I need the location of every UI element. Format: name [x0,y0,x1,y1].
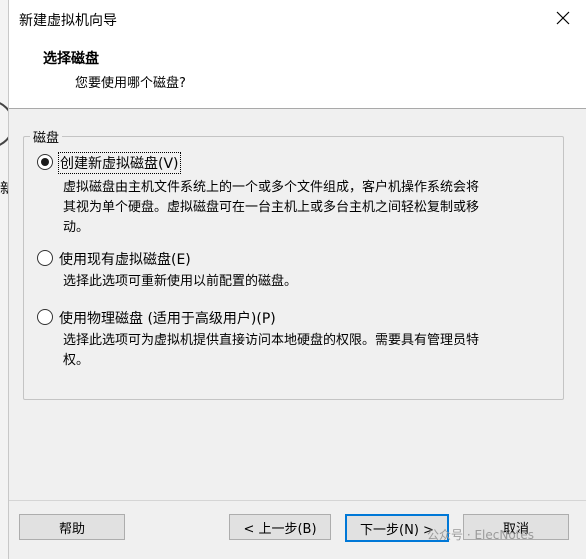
page-title: 选择磁盘 [43,51,99,67]
window-title: 新建虚拟机向导 [19,13,117,29]
wizard-window: 新建虚拟机向导 选择磁盘 您要使用哪个磁盘? 磁盘 创建新虚拟磁盘(V) 虚拟磁… [8,0,586,559]
title-bar: 新建虚拟机向导 [9,0,586,38]
option-desc-create-new: 虚拟磁盘由主机文件系统上的一个或多个文件组成，客户机操作系统会将 其视为单个硬盘… [63,180,480,235]
groupbox-label: 磁盘 [30,127,63,146]
option-label-create-new[interactable]: 创建新虚拟磁盘(V) [58,152,181,174]
radio-selected-icon[interactable] [37,154,53,170]
close-icon [556,11,570,25]
wizard-header: 选择磁盘 您要使用哪个磁盘? [9,38,586,109]
page-subtitle: 您要使用哪个磁盘? [75,76,186,91]
radio-unselected-icon[interactable] [37,309,53,325]
option-desc-use-physical: 选择此选项可为虚拟机提供直接访问本地硬盘的权限。需要具有管理员特 权。 [63,333,480,368]
footer-divider [9,500,586,501]
watermark-text: 公众号 · ElecNotes [427,528,534,542]
radio-unselected-icon[interactable] [37,250,53,266]
back-button[interactable]: < 上一步(B) [229,514,331,540]
option-desc-use-existing: 选择此选项可重新使用以前配置的磁盘。 [63,274,298,289]
option-label-use-physical[interactable]: 使用物理磁盘 (适用于高级用户)(P) [59,308,276,328]
close-button[interactable] [551,6,575,30]
option-label-use-existing[interactable]: 使用现有虚拟磁盘(E) [59,249,191,269]
help-button[interactable]: 帮助 [19,514,125,540]
